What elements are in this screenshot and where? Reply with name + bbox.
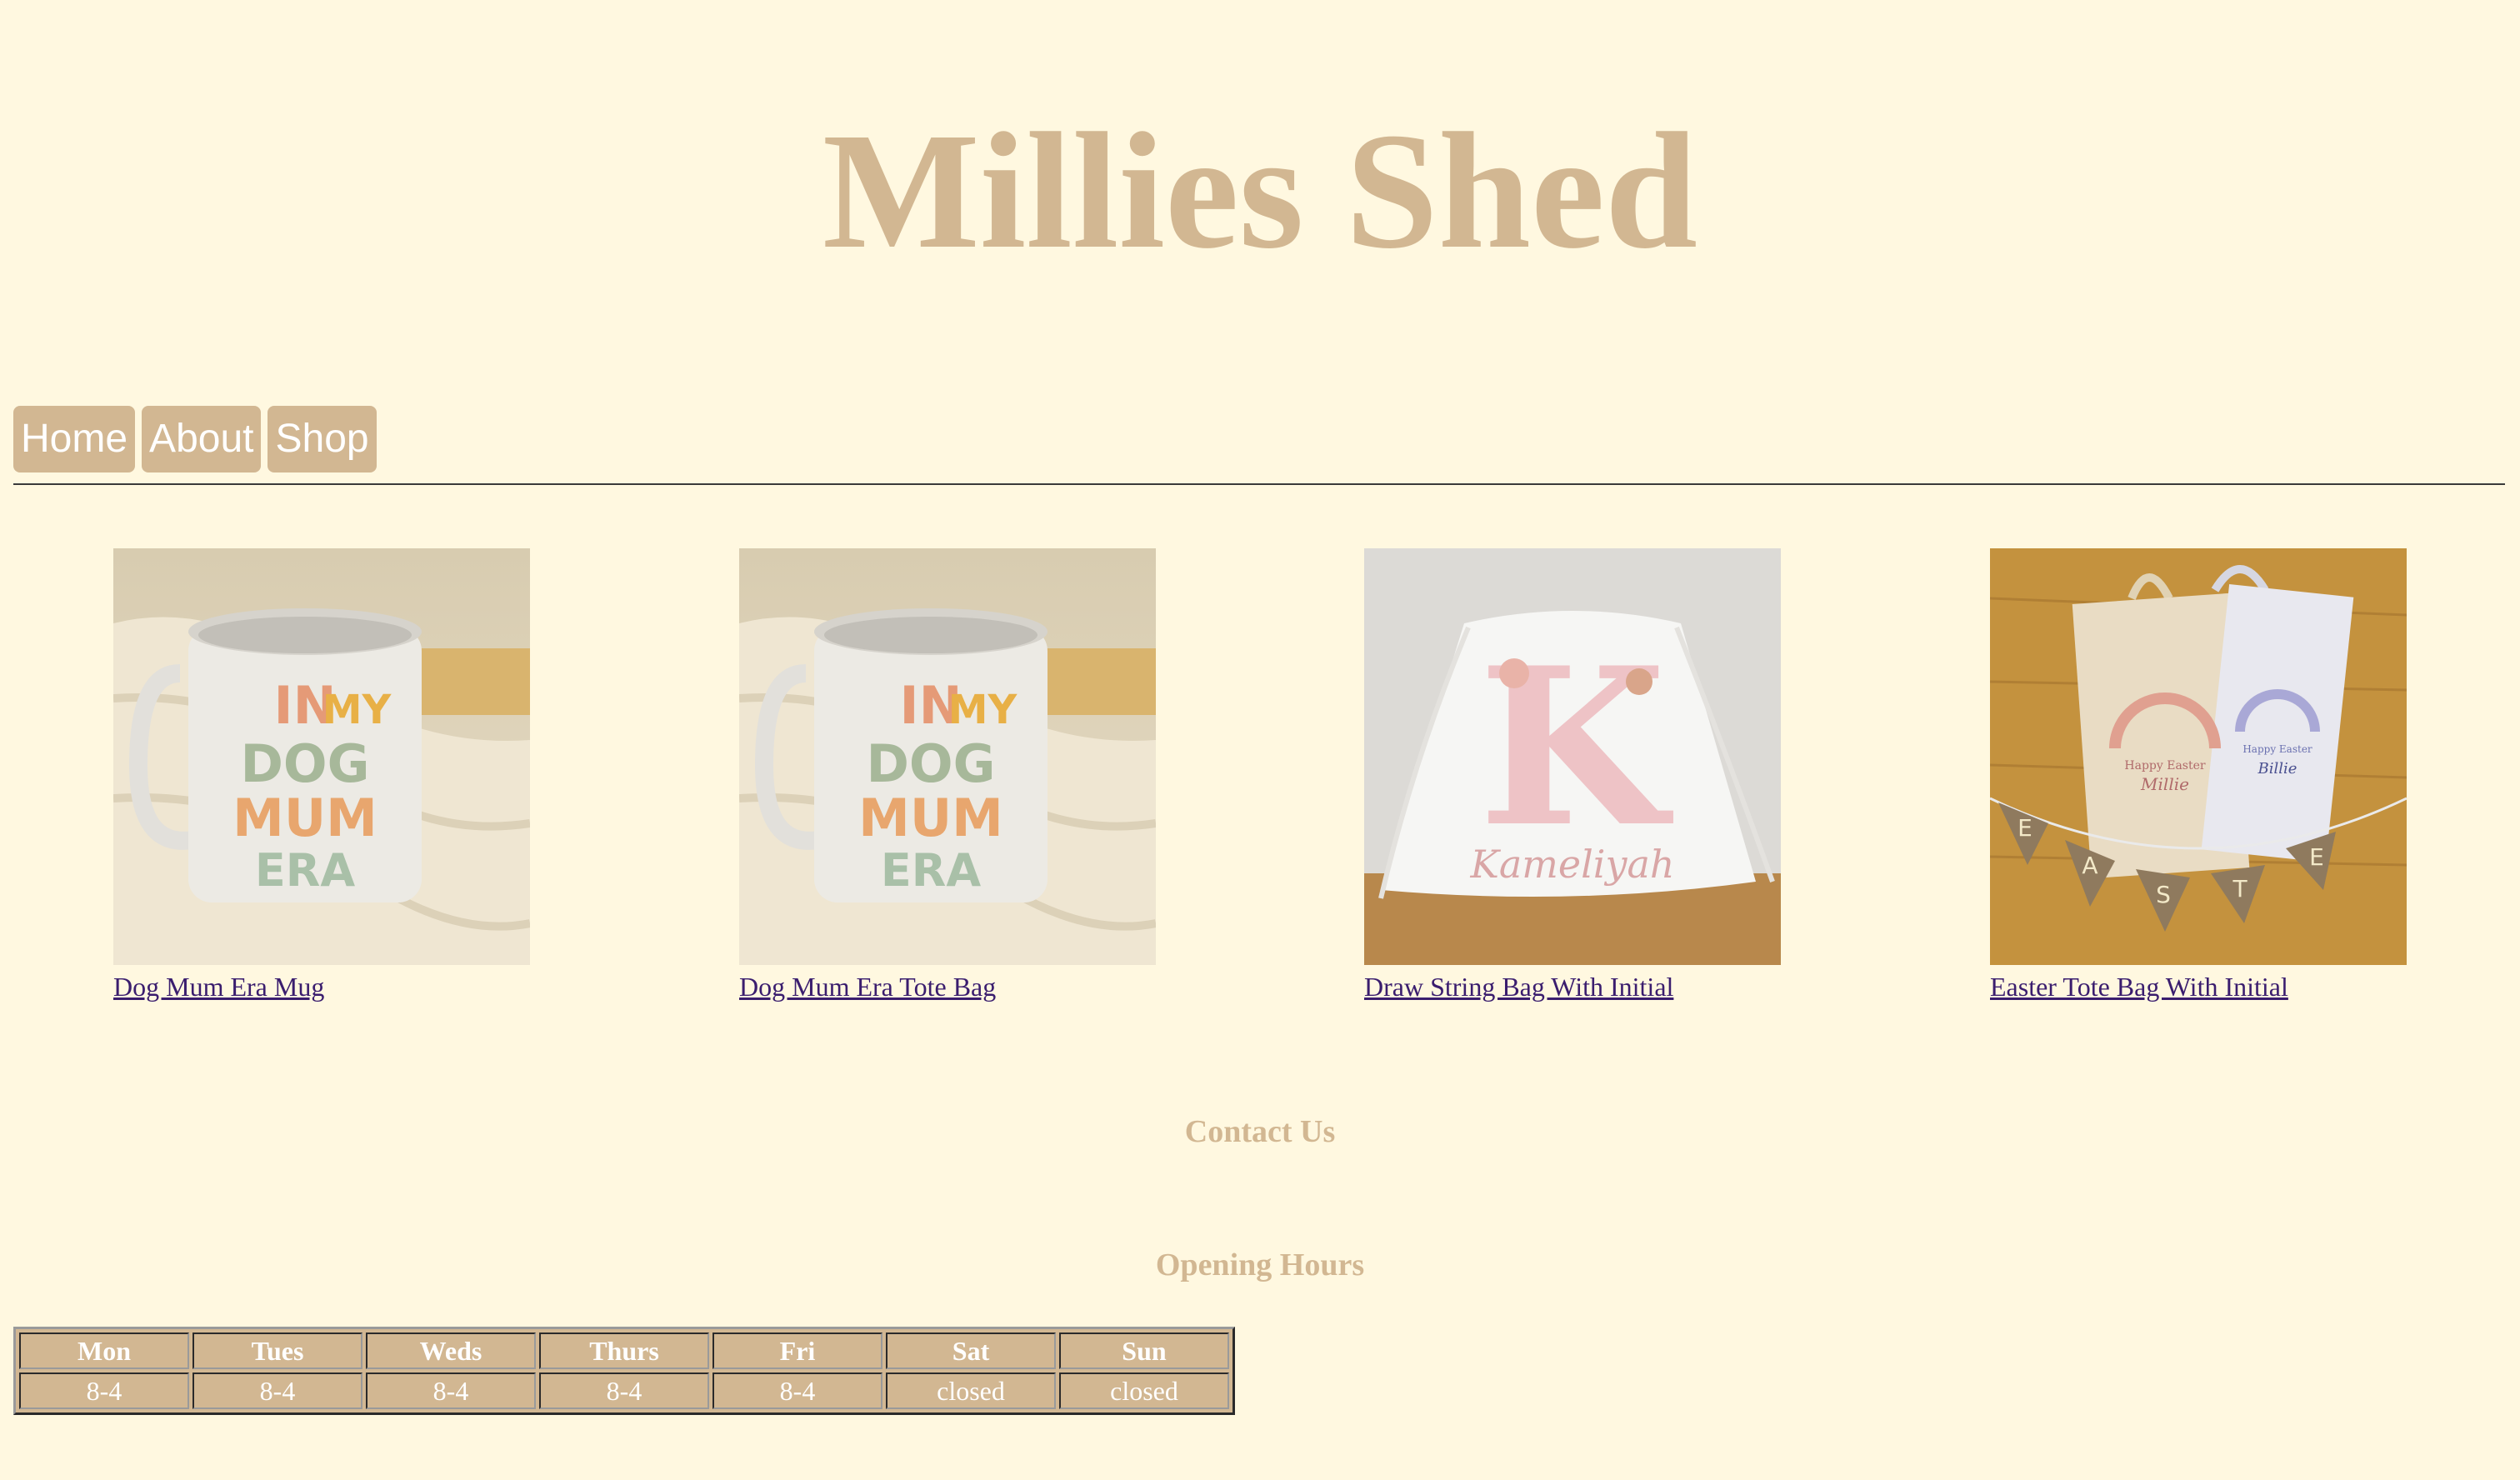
hours-cell: 8-4 [712,1372,882,1409]
opening-hours-table: Mon Tues Weds Thurs Fri Sat Sun 8-4 8-4 … [13,1327,1235,1415]
nav-about-button[interactable]: About [142,406,262,472]
nav-divider [13,483,2505,485]
product-image-tote-bag[interactable]: IN MY DOG MUM ERA [739,548,1156,965]
product-link-dog-mum-era-mug[interactable]: Dog Mum Era Mug [113,970,547,1003]
day-header: Sun [1059,1332,1229,1369]
mug-text-line4: MUM [232,788,378,848]
table-header-row: Mon Tues Weds Thurs Fri Sat Sun [19,1332,1229,1369]
day-header: Sat [886,1332,1056,1369]
day-header: Thurs [539,1332,709,1369]
product-image-mug[interactable]: IN MY DOG MUM ERA [113,548,530,965]
drawstring-initial: K [1478,621,1675,875]
mug-text-line4: MUM [858,788,1003,848]
product-card: IN MY DOG MUM ERA Dog Mum Era Mug [113,548,547,1003]
mug-text-line5: ERA [881,844,981,897]
product-card: IN MY DOG MUM ERA Dog Mum Era Tote Bag [739,548,1172,1003]
day-header: Tues [192,1332,362,1369]
bunting-letter: A [2082,852,2098,879]
drawstring-name: Kameliyah [1469,842,1674,887]
tote-caption-right: Happy Easter [2242,743,2312,755]
hours-cell: 8-4 [539,1372,709,1409]
hours-cell: closed [1059,1372,1229,1409]
bunting-letter: E [2309,843,2324,871]
product-card: K Kameliyah Draw String Bag With Initial [1364,548,1798,1003]
opening-hours-heading: Opening Hours [1155,1248,1365,1282]
main-nav: Home About Shop [13,406,377,472]
hours-cell: 8-4 [192,1372,362,1409]
product-link-draw-string-bag[interactable]: Draw String Bag With Initial [1364,970,1798,1003]
product-image-drawstring-bag[interactable]: K Kameliyah [1364,548,1781,965]
day-header: Mon [19,1332,189,1369]
mug-text-line5: ERA [255,844,355,897]
day-header: Fri [712,1332,882,1369]
product-image-easter-tote[interactable]: Happy Easter Millie Happy Easter Billie … [1990,548,2407,965]
product-card: Happy Easter Millie Happy Easter Billie … [1990,548,2423,1003]
mug-text-line2: MY [322,687,392,733]
bunting-letter: E [2018,814,2032,842]
bunting-letter: T [2232,875,2248,902]
mug-text-line2: MY [948,687,1018,733]
day-header: Weds [366,1332,536,1369]
product-link-easter-tote-bag[interactable]: Easter Tote Bag With Initial [1990,970,2423,1003]
contact-heading: Contact Us [1184,1114,1336,1149]
hours-cell: 8-4 [366,1372,536,1409]
nav-home-button[interactable]: Home [13,406,136,472]
tote-caption-left: Happy Easter [2124,759,2206,772]
tote-name-right: Billie [2258,760,2298,778]
product-link-dog-mum-era-tote-bag[interactable]: Dog Mum Era Tote Bag [739,970,1172,1003]
mug-text-line3: DOG [240,733,369,794]
hours-cell: 8-4 [19,1372,189,1409]
hours-cell: closed [886,1372,1056,1409]
nav-shop-button[interactable]: Shop [268,406,377,472]
mug-text-line3: DOG [866,733,995,794]
bunting-letter: S [2156,881,2171,908]
site-title: Millies Shed [822,99,1698,283]
tote-name-left: Millie [2140,774,2189,794]
table-row: 8-4 8-4 8-4 8-4 8-4 closed closed [19,1372,1229,1409]
